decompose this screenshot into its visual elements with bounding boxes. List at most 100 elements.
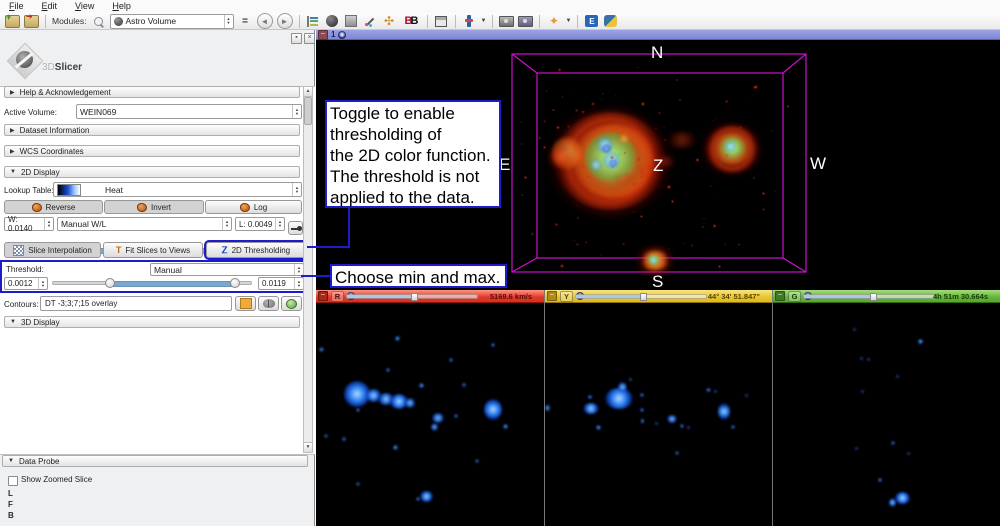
section-data-probe[interactable]: ▼ Data Probe: [2, 455, 308, 467]
show-zoomed-slice-label: Show Zoomed Slice: [21, 475, 93, 484]
volumes-icon[interactable]: [344, 15, 359, 28]
slice-red-viewport[interactable]: [316, 303, 544, 526]
fit-slices-button[interactable]: T Fit Slices to Views: [103, 242, 203, 258]
slice-red-header[interactable]: – R 5169.6 km/s: [316, 290, 544, 303]
contour-color-button[interactable]: [235, 296, 256, 311]
section-wcs-coordinates[interactable]: ▶ WCS Coordinates: [4, 145, 300, 157]
scrollbar-thumb[interactable]: [304, 97, 312, 125]
level-spinbox[interactable]: L: 0.0049 ▲ ▼: [235, 217, 285, 231]
invert-button[interactable]: Invert: [104, 200, 204, 214]
blob: [861, 390, 864, 393]
extension-manager-icon[interactable]: E: [584, 15, 599, 28]
contours-input[interactable]: DT -3;3;7;15 overlay: [40, 296, 232, 311]
noise-dot: [711, 148, 714, 151]
close-panel-icon[interactable]: ×: [304, 33, 315, 44]
menu-help[interactable]: Help: [103, 0, 140, 11]
slice-green-viewport[interactable]: [773, 303, 1000, 526]
scene-capture-icon[interactable]: [518, 15, 534, 28]
save-data-icon[interactable]: ➜: [24, 12, 39, 28]
contour-sphere-button[interactable]: [281, 296, 302, 311]
module-selector[interactable]: Astro Volume ▲ ▼: [109, 13, 234, 29]
noise-dot: [519, 121, 522, 123]
layout-icon[interactable]: [434, 15, 449, 28]
slider-handle[interactable]: [639, 293, 647, 301]
lookup-table-arrows[interactable]: ▲ ▼: [292, 183, 301, 196]
menu-edit[interactable]: Edit: [33, 0, 67, 11]
slice-yellow-viewport[interactable]: [545, 303, 772, 526]
pin-panel-icon[interactable]: ▪: [291, 33, 302, 44]
noise-dot: [784, 118, 786, 120]
contour-brain-button[interactable]: [258, 296, 279, 311]
panel-scrollbar[interactable]: ▲ ▼: [303, 86, 313, 453]
module-selector-arrows[interactable]: ▲ ▼: [223, 14, 233, 28]
volume-rendering-icon[interactable]: [325, 15, 340, 28]
collapse-view-icon[interactable]: –: [318, 291, 328, 301]
blob: [640, 408, 644, 412]
section-dataset-information[interactable]: ▶ Dataset Information: [4, 124, 300, 136]
chevron-down-icon[interactable]: ▼: [565, 18, 571, 24]
show-zoomed-slice-checkbox[interactable]: [8, 476, 18, 486]
pin-button[interactable]: [288, 221, 303, 235]
slice-interpolation-button[interactable]: Slice Interpolation: [4, 242, 101, 258]
slice-yellow-header[interactable]: – Y 44° 34' 51.847": [545, 290, 772, 303]
collapse-view-icon[interactable]: –: [318, 29, 328, 40]
lookup-table-selector[interactable]: Heat ▲ ▼: [53, 182, 302, 197]
crosshair-slider-icon[interactable]: [462, 15, 477, 28]
slice-green-header[interactable]: – G 4h 51m 30.664s: [773, 290, 1000, 303]
blob: [618, 382, 627, 392]
history-back-icon[interactable]: ◄: [256, 13, 273, 29]
scroll-up-icon[interactable]: ▲: [304, 87, 312, 97]
markups-icon[interactable]: BB: [401, 15, 421, 28]
slice-green-slider[interactable]: [803, 293, 935, 301]
collapse-view-icon[interactable]: –: [547, 291, 557, 301]
noise-dot: [555, 222, 559, 226]
view3d-header[interactable]: – 1: [316, 29, 1000, 40]
add-data-icon[interactable]: +: [5, 12, 20, 28]
section-2d-display[interactable]: ▼ 2D Display: [4, 166, 300, 178]
slice-view-green[interactable]: – G 4h 51m 30.664s: [772, 290, 1000, 526]
history-forward-icon[interactable]: ►: [276, 13, 293, 29]
active-volume-selector[interactable]: WEIN069 ▲ ▼: [76, 104, 302, 119]
wl-mode-selector[interactable]: Manual W/L ▲ ▼: [57, 217, 232, 231]
slider-handle[interactable]: [870, 293, 878, 301]
threshold-min-spinbox[interactable]: 0.0012 ▲ ▼: [4, 277, 48, 290]
slice-yellow-slider[interactable]: [575, 293, 707, 301]
sparkle-icon[interactable]: ✦: [546, 15, 561, 28]
noise-dot: [584, 241, 588, 245]
section-3d-display[interactable]: ▼ 3D Display: [4, 316, 300, 328]
python-console-icon[interactable]: [603, 15, 618, 28]
threshold-mode-selector[interactable]: Manual ▲ ▼: [150, 263, 304, 276]
active-volume-arrows[interactable]: ▲ ▼: [292, 105, 301, 118]
noise-dot: [714, 116, 717, 119]
noise-dot: [761, 208, 765, 211]
log-button[interactable]: Log: [205, 200, 302, 214]
toolbar-menu-icon[interactable]: =: [238, 15, 253, 28]
screenshot-icon[interactable]: [499, 15, 515, 28]
threshold-range-slider[interactable]: [52, 278, 252, 288]
annotation-line: the 2D color function.: [330, 146, 491, 165]
collapse-arrow-icon: ▶: [10, 148, 15, 155]
chevron-down-icon[interactable]: ▼: [481, 18, 487, 24]
extensions-icon[interactable]: ✣: [382, 15, 397, 28]
collapse-view-icon[interactable]: –: [775, 291, 785, 301]
section-help-acknowledgement[interactable]: ▶ Help & Acknowledgement: [4, 86, 300, 98]
reverse-button[interactable]: Reverse: [4, 200, 103, 214]
menu-view[interactable]: View: [66, 0, 103, 11]
modules-search-icon[interactable]: [91, 15, 106, 28]
slice-red-slider[interactable]: [346, 293, 478, 301]
scroll-down-icon[interactable]: ▼: [304, 442, 312, 452]
segment-editor-icon[interactable]: [363, 15, 378, 28]
slice-view-yellow[interactable]: – Y 44° 34' 51.847": [544, 290, 772, 526]
threshold-handle-max[interactable]: [230, 278, 241, 288]
threshold-max-spinbox[interactable]: 0.0119 ▲ ▼: [258, 277, 304, 290]
blob: [655, 422, 658, 425]
window-spinbox[interactable]: W: 0.0140 ▲ ▼: [4, 215, 54, 233]
2d-thresholding-button[interactable]: Ꮓ 2D Thresholding: [204, 240, 308, 260]
slice-view-red[interactable]: – R 5169.6 km/s: [316, 290, 544, 526]
visibility-eye-icon[interactable]: [338, 30, 347, 39]
menu-file[interactable]: File: [0, 0, 33, 11]
orientation-label-s: S: [652, 272, 664, 290]
blob: [745, 394, 748, 397]
subject-hierarchy-icon[interactable]: [306, 15, 321, 28]
slider-handle[interactable]: [410, 293, 418, 301]
